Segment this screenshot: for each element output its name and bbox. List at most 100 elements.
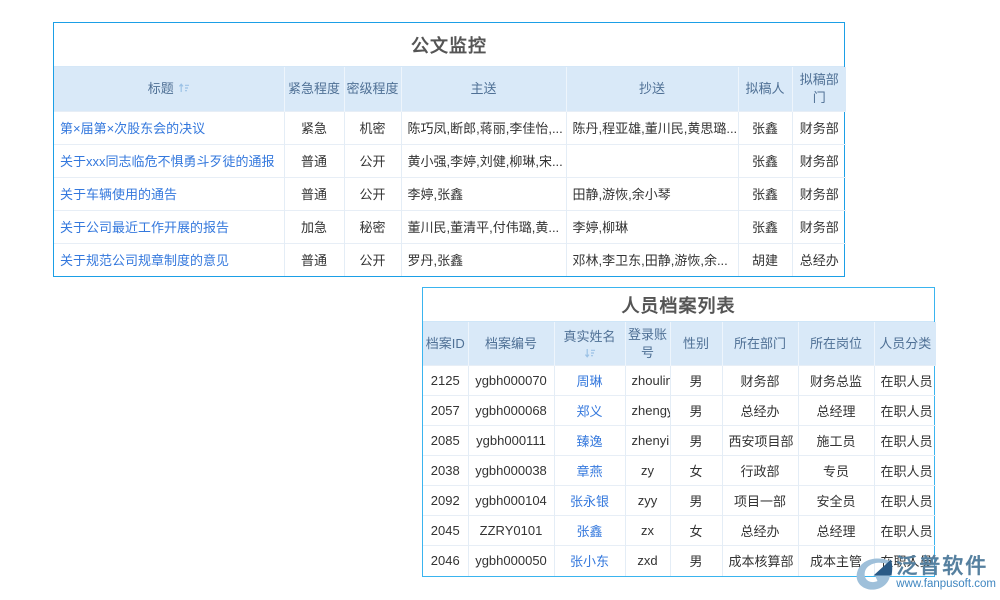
personnel-col-department: 所在部门 <box>722 322 798 366</box>
personnel-panel: 人员档案列表 档案ID档案编号真实姓名登录账号 性别 所在部门 所在岗位 人员分类 21… <box>422 287 935 577</box>
column-label: 性别 <box>683 336 709 351</box>
personnel-cell-archive-id: 2125 <box>423 366 468 396</box>
doc-cell-draft-dept: 总经办 <box>792 243 846 276</box>
personnel-cell-archive-code: ygbh000070 <box>468 366 554 396</box>
doc-cell-cc-send: 邓林,李卫东,田静,游恢,余... <box>566 243 738 276</box>
doc-cell-main-send: 罗丹,张鑫 <box>401 243 566 276</box>
personnel-cell-post: 专员 <box>798 456 874 486</box>
personnel-cell-real-name: 郑义 <box>554 396 625 426</box>
column-label: 抄送 <box>639 81 665 96</box>
doc-cell-title: 关于公司最近工作开展的报告 <box>54 210 284 243</box>
doc-col-secrecy: 密级程度 <box>344 67 401 111</box>
personnel-cell-archive-code: ygbh000111 <box>468 426 554 456</box>
doc-monitor-panel: 公文监控 标题紧急程度密级程度主送抄送拟稿人拟稿部门 第×届第×次股东会的决议紧… <box>53 22 845 277</box>
doc-title-link[interactable]: 关于公司最近工作开展的报告 <box>60 220 229 235</box>
personnel-cell-real-name: 张鑫 <box>554 516 625 546</box>
doc-table-header-row: 标题紧急程度密级程度主送抄送拟稿人拟稿部门 <box>54 67 846 111</box>
doc-title-link[interactable]: 关于规范公司规章制度的意见 <box>60 253 229 268</box>
personnel-cell-login-account: zy <box>625 456 670 486</box>
doc-cell-draft-dept: 财务部 <box>792 144 846 177</box>
doc-cell-drafter: 张鑫 <box>738 144 792 177</box>
doc-col-title[interactable]: 标题 <box>54 67 284 111</box>
personnel-real-name-link[interactable]: 张鑫 <box>576 524 602 539</box>
personnel-col-post: 所在岗位 <box>798 322 874 366</box>
column-label: 拟稿部门 <box>800 72 839 105</box>
doc-cell-draft-dept: 财务部 <box>792 111 846 144</box>
personnel-cell-department: 总经办 <box>722 516 798 546</box>
personnel-col-category: 人员分类 <box>874 322 936 366</box>
personnel-col-archive-id: 档案ID <box>423 322 468 366</box>
personnel-real-name-link[interactable]: 周琳 <box>576 374 602 389</box>
personnel-real-name-link[interactable]: 臻逸 <box>576 434 602 449</box>
column-label: 所在岗位 <box>810 336 862 351</box>
personnel-cell-gender: 女 <box>670 516 722 546</box>
doc-cell-title: 关于车辆使用的通告 <box>54 177 284 210</box>
doc-row: 关于规范公司规章制度的意见普通公开罗丹,张鑫邓林,李卫东,田静,游恢,余...胡… <box>54 243 846 276</box>
sort-asc-icon[interactable] <box>178 82 190 94</box>
doc-monitor-table: 标题紧急程度密级程度主送抄送拟稿人拟稿部门 第×届第×次股东会的决议紧急机密陈巧… <box>54 67 846 276</box>
personnel-cell-login-account: zhenyi <box>625 426 670 456</box>
column-label: 密级程度 <box>347 81 399 96</box>
personnel-row: 2038ygbh000038章燕zy女行政部专员在职人员 <box>423 456 936 486</box>
personnel-cell-category: 在职人员 <box>874 396 936 426</box>
personnel-title: 人员档案列表 <box>423 288 934 322</box>
personnel-col-real-name[interactable]: 真实姓名 <box>554 322 625 366</box>
fanpu-logo-icon <box>852 556 894 592</box>
doc-title-link[interactable]: 关于车辆使用的通告 <box>60 187 177 202</box>
personnel-cell-gender: 男 <box>670 396 722 426</box>
watermark-url: www.fanpusoft.com <box>896 578 996 592</box>
personnel-row: 2085ygbh000111臻逸zhenyi男西安项目部施工员在职人员 <box>423 426 936 456</box>
personnel-cell-archive-code: ZZRY0101 <box>468 516 554 546</box>
personnel-cell-archive-id: 2057 <box>423 396 468 426</box>
personnel-cell-department: 总经办 <box>722 396 798 426</box>
column-label: 主送 <box>470 81 496 96</box>
personnel-cell-department: 成本核算部 <box>722 546 798 576</box>
doc-col-draft-dept: 拟稿部门 <box>792 67 846 111</box>
personnel-cell-post: 安全员 <box>798 486 874 516</box>
doc-cell-drafter: 胡建 <box>738 243 792 276</box>
watermark-brand: 泛普软件 <box>896 556 988 578</box>
personnel-cell-login-account: zyy <box>625 486 670 516</box>
personnel-cell-category: 在职人员 <box>874 366 936 396</box>
doc-cell-secrecy: 公开 <box>344 243 401 276</box>
personnel-cell-real-name: 张永银 <box>554 486 625 516</box>
personnel-real-name-link[interactable]: 张永银 <box>570 494 609 509</box>
personnel-real-name-link[interactable]: 张小东 <box>570 554 609 569</box>
doc-cell-urgency: 加急 <box>284 210 344 243</box>
doc-cell-drafter: 张鑫 <box>738 177 792 210</box>
doc-cell-main-send: 李婷,张鑫 <box>401 177 566 210</box>
personnel-cell-department: 行政部 <box>722 456 798 486</box>
doc-cell-main-send: 黄小强,李婷,刘健,柳琳,宋... <box>401 144 566 177</box>
personnel-cell-gender: 男 <box>670 546 722 576</box>
personnel-cell-gender: 女 <box>670 456 722 486</box>
doc-cell-secrecy: 公开 <box>344 177 401 210</box>
personnel-cell-archive-id: 2038 <box>423 456 468 486</box>
doc-title-link[interactable]: 第×届第×次股东会的决议 <box>60 121 205 136</box>
doc-row: 关于xxx同志临危不惧勇斗歹徒的通报普通公开黄小强,李婷,刘健,柳琳,宋...张… <box>54 144 846 177</box>
personnel-real-name-link[interactable]: 郑义 <box>576 404 602 419</box>
personnel-cell-post: 财务总监 <box>798 366 874 396</box>
personnel-cell-archive-id: 2046 <box>423 546 468 576</box>
sort-desc-icon[interactable] <box>584 347 596 359</box>
personnel-cell-department: 西安项目部 <box>722 426 798 456</box>
personnel-cell-archive-id: 2092 <box>423 486 468 516</box>
personnel-col-archive-code: 档案编号 <box>468 322 554 366</box>
column-label: 登录账号 <box>628 327 667 360</box>
personnel-real-name-link[interactable]: 章燕 <box>576 464 602 479</box>
personnel-cell-department: 项目一部 <box>722 486 798 516</box>
doc-cell-urgency: 紧急 <box>284 111 344 144</box>
doc-col-cc-send: 抄送 <box>566 67 738 111</box>
doc-row: 关于车辆使用的通告普通公开李婷,张鑫田静,游恢,余小琴张鑫财务部 <box>54 177 846 210</box>
personnel-cell-post: 总经理 <box>798 396 874 426</box>
personnel-cell-category: 在职人员 <box>874 426 936 456</box>
column-label: 人员分类 <box>879 336 931 351</box>
personnel-cell-post: 总经理 <box>798 516 874 546</box>
personnel-cell-archive-code: ygbh000038 <box>468 456 554 486</box>
personnel-col-login-account: 登录账号 <box>625 322 670 366</box>
doc-title-link[interactable]: 关于xxx同志临危不惧勇斗歹徒的通报 <box>60 154 275 169</box>
doc-cell-drafter: 张鑫 <box>738 111 792 144</box>
personnel-cell-login-account: zhoulin <box>625 366 670 396</box>
personnel-cell-login-account: zxd <box>625 546 670 576</box>
personnel-cell-real-name: 章燕 <box>554 456 625 486</box>
column-label: 所在部门 <box>734 336 786 351</box>
